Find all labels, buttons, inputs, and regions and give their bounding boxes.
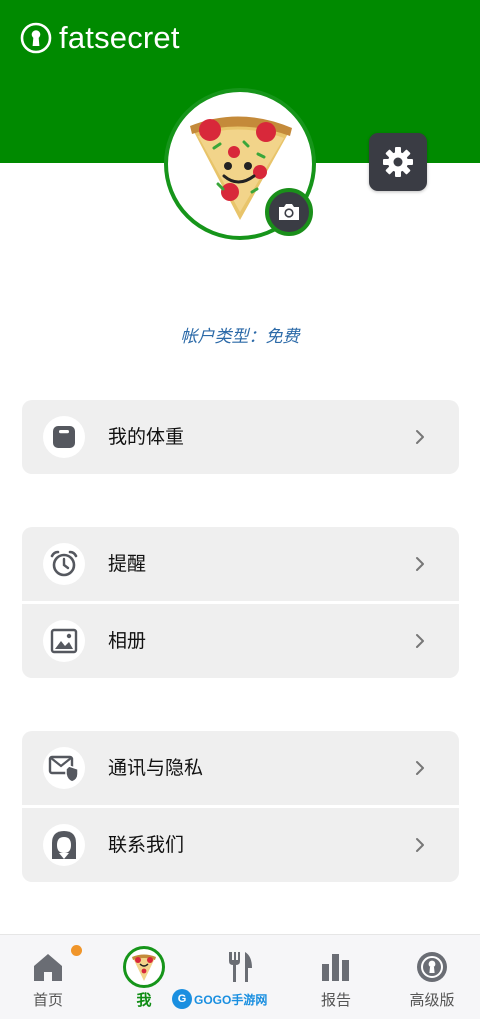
nav-label: 高级版 <box>409 991 455 1009</box>
nav-home[interactable]: 首页 <box>0 935 96 1019</box>
menu-group-contact: 通讯与隐私 联系我们 <box>22 731 459 882</box>
pizza-avatar-icon <box>123 946 165 988</box>
menu-group-reminders: 提醒 相册 <box>22 527 459 678</box>
fork-knife-icon <box>229 952 252 982</box>
bar-chart-icon <box>322 954 349 981</box>
menu-item-label: 我的体重 <box>108 426 185 448</box>
scale-icon <box>43 416 85 458</box>
change-photo-button[interactable] <box>265 188 313 236</box>
menu-item-communication-privacy[interactable]: 通讯与隐私 <box>22 731 459 805</box>
nav-label: 首页 <box>32 991 63 1009</box>
chevron-right-icon <box>416 557 424 571</box>
app-logo: fatsecret <box>20 18 180 58</box>
watermark-logo-icon: G <box>172 989 192 1009</box>
nav-reports[interactable]: 报告 <box>288 935 384 1019</box>
menu-item-photo-album[interactable]: 相册 <box>22 604 459 678</box>
settings-button[interactable] <box>369 133 427 191</box>
nav-premium[interactable]: 高级版 <box>384 935 480 1019</box>
chevron-right-icon <box>416 634 424 648</box>
alarm-clock-icon <box>43 543 85 585</box>
home-icon <box>34 954 62 981</box>
notification-dot <box>71 945 82 956</box>
camera-icon <box>279 204 299 220</box>
menu-item-contact-us[interactable]: 联系我们 <box>22 808 459 882</box>
mail-shield-icon <box>43 747 85 789</box>
nav-label: 报告 <box>320 991 351 1009</box>
menu-item-label: 通讯与隐私 <box>108 757 204 779</box>
menu-item-label: 联系我们 <box>108 834 185 856</box>
menu-item-my-weight[interactable]: 我的体重 <box>22 400 459 474</box>
menu-item-label: 提醒 <box>108 553 147 575</box>
menu-group-weight: 我的体重 <box>22 400 459 474</box>
menu-item-label: 相册 <box>108 630 147 652</box>
photo-album-icon <box>43 620 85 662</box>
watermark: G GOGO手游网 <box>172 988 267 1010</box>
chevron-right-icon <box>416 838 424 852</box>
chevron-right-icon <box>416 430 424 444</box>
app-name: fatsecret <box>59 20 180 55</box>
watermark-text: GOGO手游网 <box>194 992 268 1007</box>
support-agent-icon <box>43 824 85 866</box>
chevron-right-icon <box>416 761 424 775</box>
keyhole-logo-icon <box>20 22 52 54</box>
menu-item-reminders[interactable]: 提醒 <box>22 527 459 601</box>
gear-icon <box>383 147 413 177</box>
premium-badge-icon <box>417 952 447 982</box>
account-type-label: 帐户类型：免费 <box>180 327 300 347</box>
